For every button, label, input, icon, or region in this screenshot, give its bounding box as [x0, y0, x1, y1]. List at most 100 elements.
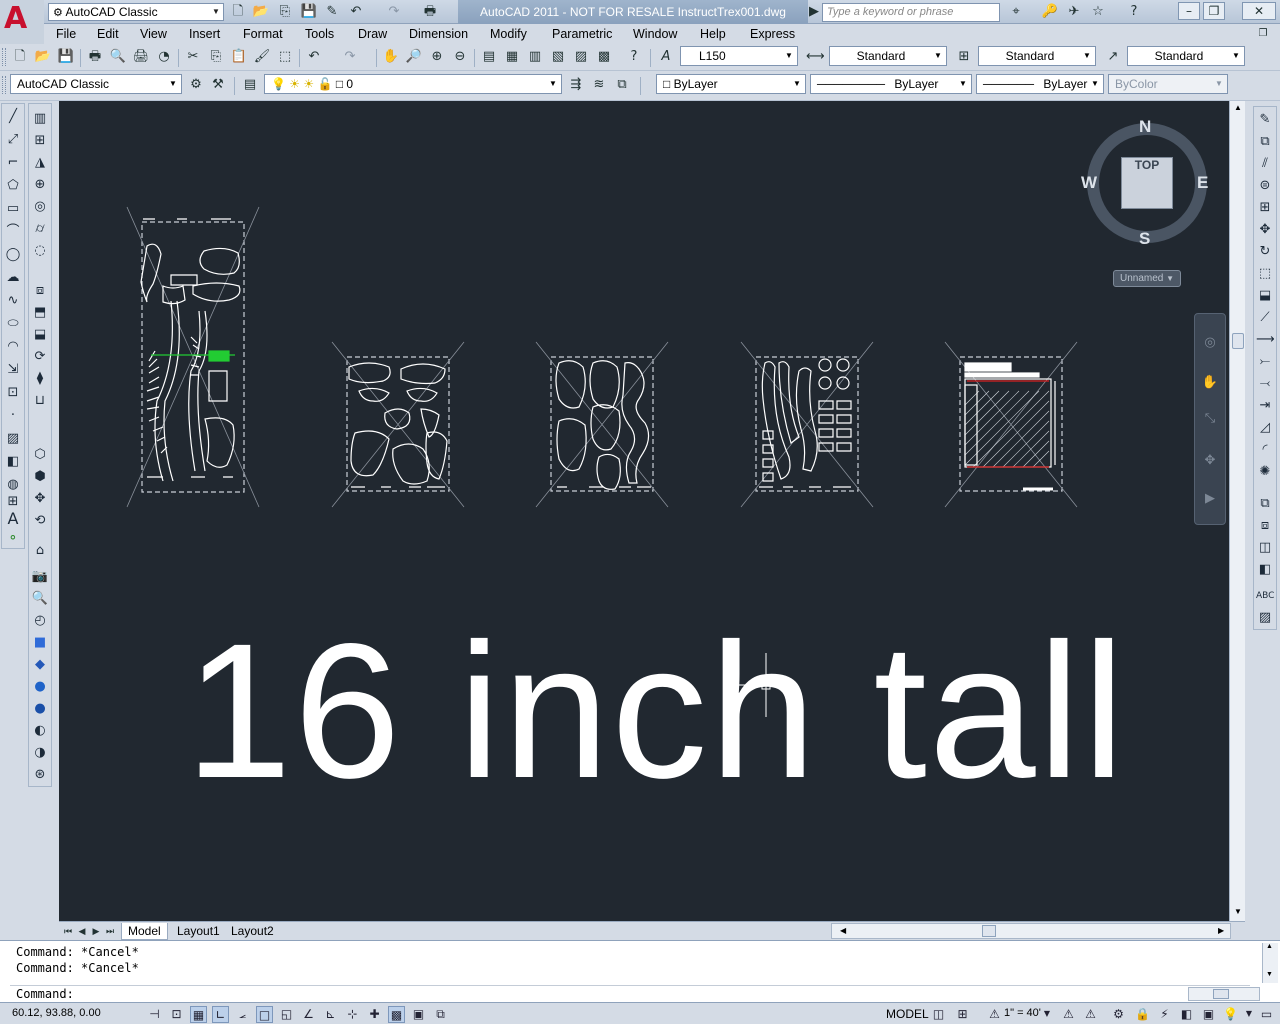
quick-view-layouts-icon[interactable]: ◫ [930, 1006, 947, 1023]
toolbar-grip[interactable] [2, 48, 6, 66]
union-icon[interactable]: ⊔ [31, 392, 49, 410]
zoom-extents-icon[interactable]: 🔍 [31, 590, 49, 608]
presspull-icon[interactable]: ⬒ [31, 304, 49, 322]
array-icon[interactable]: ⊞ [1256, 199, 1274, 217]
orbit-icon[interactable]: ✥ [1201, 452, 1219, 470]
break-icon[interactable]: ⤙ [1256, 375, 1274, 393]
layer-select[interactable]: 💡 ☀ ☀ 🔓 □ 0 ▼ [264, 74, 562, 94]
3d-align-icon[interactable]: ⌂ [31, 542, 49, 560]
annotation-scale-value[interactable]: 1" = 40' [1004, 1007, 1041, 1019]
tab-model[interactable]: Model [121, 923, 168, 940]
dim-style-icon[interactable]: ⟷ [805, 47, 825, 67]
walk-icon[interactable]: ⊛ [31, 766, 49, 784]
ortho-mode-icon[interactable]: ∟ [212, 1006, 229, 1023]
block-editor-icon[interactable]: ⬚ [275, 47, 295, 67]
gradient-icon[interactable]: ◧ [4, 453, 22, 471]
help-icon[interactable]: ? [1124, 2, 1144, 22]
open-icon[interactable]: 📂 [251, 2, 271, 22]
drawing-area[interactable]: 16 inch tall TOP N S E W Unnamed ▼ ◎ ✋ ⤡… [59, 101, 1229, 921]
workspace-combo-title[interactable]: ⚙ AutoCAD Classic ▼ [48, 3, 224, 21]
scale-icon[interactable]: ⬚ [1256, 265, 1274, 283]
markup-icon[interactable]: ▨ [571, 47, 591, 67]
toolbar-grip[interactable] [2, 76, 6, 94]
ellipse-icon[interactable]: ⬭ [4, 315, 22, 333]
auto-scale-icon[interactable]: ⚠ [1082, 1006, 1099, 1023]
coordinates-readout[interactable]: 60.12, 93.88, 0.00 [12, 1007, 101, 1019]
command-scrollbar[interactable]: ▲ ▼ [1262, 943, 1278, 983]
quick-view-drawings-icon[interactable]: ⊞ [954, 1006, 971, 1023]
add-selected-icon[interactable]: ⚬ [4, 530, 22, 548]
command-hscrollbar[interactable] [1188, 987, 1260, 1001]
scroll-right-icon[interactable]: ▶ [1218, 924, 1224, 938]
draworder-back-icon[interactable]: ⧈ [1256, 517, 1274, 535]
zoom-window-icon[interactable]: ⊕ [427, 47, 447, 67]
model-icon[interactable]: ▣ [1200, 1006, 1217, 1023]
scroll-down-icon[interactable]: ▼ [1266, 971, 1273, 978]
search-input[interactable]: Type a keyword or phrase [822, 3, 1000, 22]
match-properties-icon[interactable]: 🖌 [252, 47, 272, 67]
qnew-icon[interactable]: 🗋 [10, 47, 30, 67]
revolve-icon[interactable]: ⟳ [31, 348, 49, 366]
multiline-text-icon[interactable]: A [4, 510, 22, 528]
showmotion-icon[interactable]: ▶ [1201, 490, 1219, 508]
table-style-select[interactable]: Standard ▼ [978, 46, 1096, 66]
menu-restore-button[interactable]: ❐ [1254, 24, 1272, 42]
workspace-select[interactable]: AutoCAD Classic ▼ [10, 74, 182, 94]
solid-cube-icon[interactable]: ◆ [31, 656, 49, 674]
redo-icon[interactable]: ↷ [340, 47, 360, 67]
linetype-select[interactable]: ──────── ByLayer ▼ [810, 74, 972, 94]
offset-icon[interactable]: ⊜ [1256, 177, 1274, 195]
publish-icon[interactable]: 🖨 [131, 47, 151, 67]
compass-south[interactable]: S [1139, 229, 1150, 249]
workspace-settings-icon[interactable]: ⚙ [186, 75, 206, 95]
compass-west[interactable]: W [1081, 173, 1097, 193]
plot-icon[interactable]: 🖶 [85, 47, 105, 67]
lineweight-icon[interactable]: ✚ [366, 1006, 383, 1023]
quick-properties-icon[interactable]: ▣ [410, 1006, 427, 1023]
plot-icon[interactable]: 🖶 [420, 2, 440, 22]
3d-rotate-icon[interactable]: ⟲ [31, 512, 49, 530]
customize-icon[interactable]: ⚒ [208, 75, 228, 95]
save-icon[interactable]: 💾 [56, 47, 76, 67]
dim-style-select[interactable]: Standard ▼ [829, 46, 947, 66]
favorites-icon[interactable]: ☆ [1088, 2, 1108, 22]
sphere-icon[interactable]: ◎ [31, 198, 49, 216]
annotation-scale-icon[interactable]: ⚠ [986, 1006, 1003, 1023]
stretch-icon[interactable]: ⬓ [1256, 287, 1274, 305]
trim-icon[interactable]: ⟋ [1256, 309, 1274, 327]
save-as-icon[interactable]: ⎘ [275, 2, 295, 22]
intersect-icon[interactable]: ⬢ [31, 468, 49, 486]
torus-icon[interactable]: ◌ [31, 242, 49, 260]
quickcalc-icon[interactable]: ▩ [594, 47, 614, 67]
vertical-scrollbar[interactable]: ▲ ▼ [1229, 101, 1245, 921]
minimize-button[interactable]: – [1178, 2, 1200, 20]
undo-icon[interactable]: ↶ [304, 47, 324, 67]
hscroll-thumb[interactable] [1213, 989, 1229, 999]
scroll-left-icon[interactable]: ◀ [840, 924, 846, 938]
menu-draw[interactable]: Draw [358, 27, 387, 41]
command-prompt[interactable]: Command: [16, 987, 74, 1001]
mirror-icon[interactable]: ⫽ [1256, 155, 1274, 173]
loft-icon[interactable]: ⧫ [31, 370, 49, 388]
text-style-select[interactable]: L150 ▼ [680, 46, 798, 66]
subscription-icon[interactable]: 🔑 [1040, 2, 1060, 22]
text-style-icon[interactable]: A [656, 47, 676, 67]
grid-display-icon[interactable]: ▦ [190, 1006, 207, 1023]
extrude-icon[interactable]: ⧈ [31, 282, 49, 300]
layer-state-icon[interactable]: ⧉ [612, 75, 632, 95]
hatch-icon[interactable]: ▨ [4, 430, 22, 448]
visual-style-icon[interactable]: ◑ [31, 744, 49, 762]
extend-icon[interactable]: ⟶ [1256, 331, 1275, 349]
workspace-switching-icon[interactable]: ⚙ [1110, 1006, 1127, 1023]
previous-tab-icon[interactable]: ◀ [75, 922, 89, 939]
3d-orbit-icon[interactable]: ◴ [31, 612, 49, 630]
join-icon[interactable]: ⇥ [1256, 397, 1274, 415]
zoom-previous-icon[interactable]: ⊖ [450, 47, 470, 67]
draworder-under-icon[interactable]: ◧ [1256, 561, 1274, 579]
menu-parametric[interactable]: Parametric [552, 27, 612, 41]
new-icon[interactable]: 🗋 [228, 2, 248, 22]
undo-icon[interactable]: ↶ [346, 2, 366, 22]
help-icon[interactable]: ? [624, 47, 644, 67]
menu-window[interactable]: Window [633, 27, 677, 41]
menu-help[interactable]: Help [700, 27, 726, 41]
